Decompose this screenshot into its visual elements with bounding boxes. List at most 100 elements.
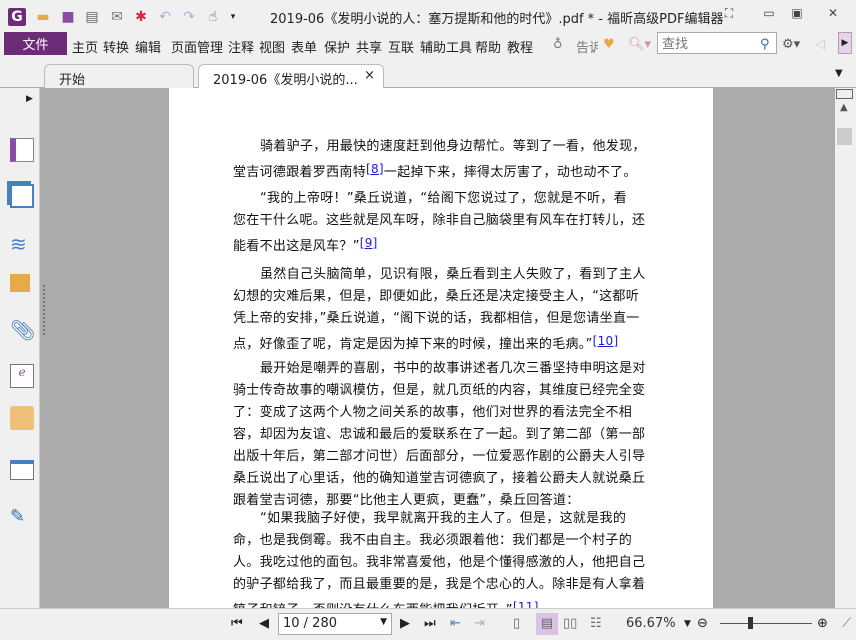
tab-document[interactable]: 2019-06《发明小说的... × xyxy=(198,64,384,88)
zoom-level[interactable]: 66.67% xyxy=(626,616,676,631)
menu-protect[interactable]: 保护 xyxy=(324,37,350,56)
text-line: 骑着驴子，用最快的速度赶到他身边帮忙。等到了一看，他发现， xyxy=(233,136,646,158)
text-segment: 最开始是嘲弄的喜剧，书中的故事讲述者几次三番坚持申明这是对 xyxy=(260,361,646,376)
text-line: 能看不出这是风车？”[9] xyxy=(233,232,645,258)
signatures-icon[interactable]: ℯ xyxy=(10,364,34,388)
search-icon[interactable]: ⚲ xyxy=(760,37,770,52)
menu-home[interactable]: 主页 xyxy=(72,37,98,56)
navigation-sidebar xyxy=(0,88,40,608)
menu-share[interactable]: 共享 xyxy=(356,37,382,56)
menu-connect[interactable]: 互联 xyxy=(388,37,414,56)
vertical-scrollbar[interactable]: ▲ xyxy=(835,88,856,608)
menu-accessibility[interactable]: 辅助工具 xyxy=(420,37,472,56)
zoom-out-icon[interactable]: ⊖ xyxy=(697,616,708,631)
zoom-in-icon[interactable]: ⊕ xyxy=(817,616,828,631)
single-page-icon[interactable]: ▯ xyxy=(513,616,520,631)
file-menu-button[interactable]: 文件 xyxy=(4,32,67,55)
comments-icon[interactable] xyxy=(10,274,30,292)
paragraph: 最开始是嘲弄的喜剧，书中的故事讲述者几次三番坚持申明这是对骑士传奇故事的嘲讽模仿… xyxy=(233,358,646,512)
hand-tool-icon[interactable]: ☝ xyxy=(204,8,222,26)
text-segment: 命，也是我倒霉。我不由自主。我必须跟着他：我们都是一个村子的 xyxy=(233,533,633,548)
page-number-value: 10 / 280 xyxy=(283,616,337,631)
menu-help[interactable]: 帮助 xyxy=(475,37,501,56)
paragraph: 骑着驴子，用最快的速度赶到他身边帮忙。等到了一看，他发现， 堂吉诃德跟着罗西南特[… xyxy=(233,136,646,184)
bookmarks-icon[interactable] xyxy=(10,138,34,162)
close-tab-icon[interactable]: × xyxy=(364,68,375,83)
page-dropdown-icon[interactable]: ▼ xyxy=(380,617,387,627)
menu-tutorial[interactable]: 教程 xyxy=(507,37,533,56)
previous-view-icon[interactable]: ⇤ xyxy=(450,616,461,631)
menu-comment[interactable]: 注释 xyxy=(228,37,254,56)
open-folder-icon[interactable]: ▬ xyxy=(34,8,52,26)
text-line: 点，好像歪了呢，肯定是因为掉下来的时候，撞出来的毛病。”[10] xyxy=(233,330,646,356)
text-segment: 人。我吃过他的面包。我非常喜爱他，他是个懂得感激的人，他把自己 xyxy=(233,555,646,570)
footnote-link[interactable]: [10] xyxy=(593,334,619,348)
resize-grip-icon[interactable]: ⟋ xyxy=(842,616,851,631)
redo-icon[interactable]: ↷ xyxy=(180,8,198,26)
next-page-icon[interactable]: ▶ xyxy=(400,616,410,631)
scrollbar-top-box[interactable] xyxy=(836,89,853,99)
certify-pen-icon[interactable]: ✎ xyxy=(10,506,34,530)
continuous-page-icon[interactable]: ▤ xyxy=(536,613,558,635)
undo-icon[interactable]: ↶ xyxy=(156,8,174,26)
favorite-heart-icon[interactable]: ♥ xyxy=(603,37,615,52)
footnote-link[interactable]: [8] xyxy=(366,162,384,176)
text-line: 桑丘说出了心里话，他的确知道堂吉诃德疯了，接着公爵夫人就说桑丘 xyxy=(233,468,646,490)
settings-gear-icon[interactable]: ⚙▾ xyxy=(782,37,800,52)
next-view-icon[interactable]: ⇥ xyxy=(474,616,485,631)
text-line: 了：变成了这两个人物之间关系的故事，他们对世界的看法完全不相 xyxy=(233,402,646,424)
zoom-slider-thumb[interactable] xyxy=(748,617,754,629)
text-segment: 出版十年后，第二部才问世）后面部分，一位爱恶作剧的公爵夫人引导 xyxy=(233,449,646,464)
page-number-input[interactable]: 10 / 280 ▼ xyxy=(278,613,392,635)
scroll-up-icon[interactable]: ▲ xyxy=(840,102,848,113)
previous-page-icon[interactable]: ◀ xyxy=(259,616,269,631)
first-page-icon[interactable]: ⏮ xyxy=(231,616,243,631)
facing-pages-icon[interactable]: ▯▯ xyxy=(563,616,577,631)
maximize-button[interactable]: ▣ xyxy=(785,6,809,24)
ribbon-right-arrow-button[interactable]: ▶ xyxy=(838,32,852,54)
print-icon[interactable]: ▤ xyxy=(83,8,101,26)
continuous-facing-icon[interactable]: ☷ xyxy=(590,616,602,631)
close-window-button[interactable]: ✕ xyxy=(821,6,845,24)
security-lock-icon[interactable] xyxy=(10,406,34,430)
scrollbar-thumb[interactable] xyxy=(837,128,852,145)
page-thumbnails-icon[interactable] xyxy=(10,184,34,208)
menu-form[interactable]: 表单 xyxy=(291,37,317,56)
panel-resize-handle[interactable] xyxy=(43,285,46,335)
lightbulb-icon[interactable]: ♁ xyxy=(553,37,563,52)
zoom-slider[interactable] xyxy=(720,623,812,624)
zoom-dropdown-icon[interactable]: ▼ xyxy=(684,619,691,629)
customize-dropdown-icon[interactable]: ▾ xyxy=(224,8,242,26)
text-line: 骑士传奇故事的嘲讽模仿，但是，就几页纸的内容，其维度已经完全变 xyxy=(233,380,646,402)
footnote-link[interactable]: [9] xyxy=(360,236,378,250)
text-line: 凭上帝的安排，”桑丘说道，“阁下说的话，我都相信，但是您请坐直一 xyxy=(233,308,646,330)
menu-convert[interactable]: 转换 xyxy=(103,37,129,56)
menu-edit[interactable]: 编辑 xyxy=(135,37,161,56)
new-document-icon[interactable]: ✱ xyxy=(132,8,150,26)
text-line: 人。我吃过他的面包。我非常喜爱他，他是个懂得感激的人，他把自己 xyxy=(233,552,645,574)
minimize-button[interactable]: ▭ xyxy=(757,6,781,24)
fullscreen-icon[interactable]: ⛶ xyxy=(717,6,741,24)
menu-view[interactable]: 视图 xyxy=(259,37,285,56)
menu-page-management[interactable]: 页面管理 xyxy=(171,37,223,56)
text-line: 堂吉诃德跟着罗西南特[8]一起掉下来，摔得太厉害了，动也动不了。 xyxy=(233,158,646,184)
search-input[interactable] xyxy=(657,32,777,54)
paragraph: “如果我脑子好使，我早就离开我的主人了。但是，这就是我的命，也是我倒霉。我不由自… xyxy=(233,508,645,622)
tab-start[interactable]: 开始 xyxy=(44,64,194,88)
ribbon-left-arrow-icon[interactable]: ◁ xyxy=(815,37,825,52)
text-line: “如果我脑子好使，我早就离开我的主人了。但是，这就是我的 xyxy=(233,508,645,530)
email-icon[interactable]: ✉ xyxy=(108,8,126,26)
tab-list-dropdown-icon[interactable]: ▼ xyxy=(835,68,843,79)
expand-panel-icon[interactable]: ▶ xyxy=(26,94,33,104)
save-icon[interactable]: ■ xyxy=(59,8,77,26)
app-logo-icon: G xyxy=(8,8,26,26)
tab-label: 2019-06《发明小说的... xyxy=(213,73,358,88)
text-segment: 桑丘说出了心里话，他的确知道堂吉诃德疯了，接着公爵夫人就说桑丘 xyxy=(233,471,646,486)
form-fields-icon[interactable] xyxy=(10,460,34,480)
last-page-icon[interactable]: ⏭ xyxy=(424,616,436,631)
folder-search-icon[interactable]: 🔍︎▾ xyxy=(628,37,651,52)
layers-icon[interactable]: ≋ xyxy=(10,232,34,256)
attachments-icon[interactable]: 📎︎ xyxy=(10,318,35,342)
tell-me-button[interactable]: 告诉 xyxy=(576,37,598,56)
text-segment: 一起掉下来，摔得太厉害了，动也动不了。 xyxy=(383,165,637,180)
